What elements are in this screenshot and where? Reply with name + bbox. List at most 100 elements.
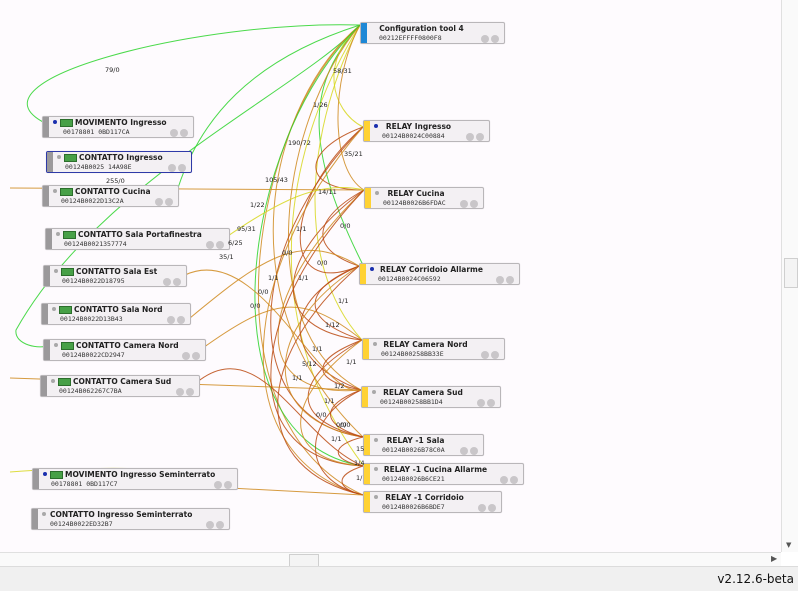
node-action-button[interactable] (478, 504, 486, 512)
status-dot (372, 390, 376, 394)
node-action-button[interactable] (224, 481, 232, 489)
link-label: 1/12 (325, 321, 340, 329)
node-actions[interactable] (153, 191, 175, 206)
node-movimento-ingresso-seminterrato[interactable]: MOVIMENTO Ingresso Seminterrato 00178801… (32, 468, 238, 490)
node-relay-1-cucina-allarme[interactable]: RELAY -1 Cucina Allarme 00124B0026B6CE21 (363, 463, 524, 485)
node-action-button[interactable] (167, 316, 175, 324)
node-action-button[interactable] (466, 133, 474, 141)
node-action-button[interactable] (491, 351, 499, 359)
node-actions[interactable] (479, 28, 501, 43)
node-relay-1-corridoio[interactable]: RELAY -1 Corridoio 00124B0026B6BDE7 (363, 491, 502, 513)
link-label: 58/31 (333, 67, 352, 75)
node-actions[interactable] (212, 474, 234, 489)
node-contatto-ingresso-seminterrato[interactable]: CONTATTO Ingresso Seminterrato 00124B002… (31, 508, 230, 530)
status-dot (56, 232, 60, 236)
node-action-button[interactable] (481, 35, 489, 43)
node-action-button[interactable] (186, 388, 194, 396)
version-label: v2.12.6-beta (717, 572, 794, 586)
node-contatto-sala-est[interactable]: CONTATTO Sala Est 00124B0022D18795 (43, 265, 187, 287)
node-action-button[interactable] (173, 278, 181, 286)
node-action-button[interactable] (476, 133, 484, 141)
node-action-button[interactable] (470, 200, 478, 208)
node-actions[interactable] (161, 271, 183, 286)
node-action-button[interactable] (491, 35, 499, 43)
vertical-scroll-thumb[interactable] (784, 258, 798, 288)
node-action-button[interactable] (214, 481, 222, 489)
node-action-button[interactable] (182, 352, 190, 360)
vertical-scrollbar[interactable]: ▼ (781, 0, 798, 552)
node-action-button[interactable] (170, 129, 178, 137)
node-relay-cucina[interactable]: RELAY Cucina 00124B0026B6FDAC (364, 187, 484, 209)
link-label: 0/0 (250, 302, 261, 310)
scroll-right-arrow-icon[interactable]: ▶ (771, 554, 777, 563)
node-action-button[interactable] (510, 476, 518, 484)
status-dot (53, 189, 57, 193)
node-action-button[interactable] (176, 388, 184, 396)
node-action-button[interactable] (163, 278, 171, 286)
node-contatto-sala-nord[interactable]: CONTATTO Sala Nord 00124B0022D13B43 (41, 303, 191, 325)
node-configuration-tool[interactable]: Configuration tool 4 00212EFFFF0800F8 (360, 22, 505, 44)
node-relay-camera-sud[interactable]: RELAY Camera Sud 00124B00258BB1D4 (361, 386, 501, 408)
node-action-button[interactable] (460, 200, 468, 208)
node-actions[interactable] (204, 234, 226, 249)
node-relay-corridoio-allarme[interactable]: RELAY Corridoio Allarme 00124B0024C06592 (359, 263, 520, 285)
node-actions[interactable] (458, 440, 480, 455)
node-relay-1-sala[interactable]: RELAY -1 Sala 00124B0026B78C0A (363, 434, 484, 456)
link-label: 35/21 (344, 150, 363, 158)
node-action-button[interactable] (155, 198, 163, 206)
link-label: 0/0 (258, 288, 269, 296)
node-actions[interactable] (165, 309, 187, 324)
node-contatto-cucina[interactable]: CONTATTO Cucina 00124B0022D13C2A (42, 185, 179, 207)
node-action-button[interactable] (481, 351, 489, 359)
link-label: 105/43 (265, 176, 288, 184)
node-action-button[interactable] (487, 399, 495, 407)
node-action-button[interactable] (165, 198, 173, 206)
node-actions[interactable] (479, 344, 501, 359)
node-action-button[interactable] (177, 316, 185, 324)
node-action-button[interactable] (470, 447, 478, 455)
node-contatto-sala-portafinestra[interactable]: CONTATTO Sala Portafinestra 00124B002135… (45, 228, 230, 250)
node-actions[interactable] (174, 381, 196, 396)
node-action-button[interactable] (460, 447, 468, 455)
node-name: RELAY Camera Sud (383, 388, 463, 397)
node-action-button[interactable] (477, 399, 485, 407)
node-contatto-ingresso[interactable]: CONTATTO Ingresso 00124B0025 14A98E (46, 151, 192, 173)
node-relay-camera-nord[interactable]: RELAY Camera Nord 00124B00258BB33E (362, 338, 505, 360)
node-action-button[interactable] (180, 129, 188, 137)
node-actions[interactable] (168, 122, 190, 137)
node-name: CONTATTO Camera Sud (73, 377, 172, 386)
node-action-button[interactable] (206, 241, 214, 249)
node-relay-ingresso[interactable]: RELAY Ingresso 00124B0024C00884 (363, 120, 490, 142)
link-label: 6/25 (228, 239, 243, 247)
link-label: 255/0 (106, 177, 125, 185)
node-actions[interactable] (498, 469, 520, 484)
node-action-button[interactable] (216, 521, 224, 529)
node-actions[interactable] (166, 157, 188, 172)
node-action-button[interactable] (488, 504, 496, 512)
node-actions[interactable] (458, 193, 480, 208)
coordinator-color-bar (361, 23, 367, 43)
node-action-button[interactable] (496, 276, 504, 284)
node-actions[interactable] (464, 126, 486, 141)
node-contatto-camera-sud[interactable]: CONTATTO Camera Sud 00124B062267C7BA (40, 375, 200, 397)
node-actions[interactable] (476, 497, 498, 512)
node-action-button[interactable] (506, 276, 514, 284)
network-map-canvas[interactable]: Configuration tool 4 00212EFFFF0800F8 MO… (0, 0, 781, 552)
link-label: 1/1 (298, 274, 309, 282)
node-contatto-camera-nord[interactable]: CONTATTO Camera Nord 00124B0022CD2947 (43, 339, 206, 361)
status-dot (54, 343, 58, 347)
scroll-down-arrow-icon[interactable]: ▼ (786, 541, 791, 549)
node-action-button[interactable] (500, 476, 508, 484)
node-action-button[interactable] (192, 352, 200, 360)
node-actions[interactable] (494, 269, 516, 284)
node-actions[interactable] (180, 345, 202, 360)
horizontal-scrollbar[interactable]: ▶ (0, 552, 781, 567)
node-action-button[interactable] (168, 164, 176, 172)
router-color-bar (363, 339, 369, 359)
node-actions[interactable] (475, 392, 497, 407)
node-action-button[interactable] (206, 521, 214, 529)
node-action-button[interactable] (178, 164, 186, 172)
node-action-button[interactable] (216, 241, 224, 249)
node-actions[interactable] (204, 514, 226, 529)
node-movimento-ingresso[interactable]: MOVIMENTO Ingresso 00178801 0BD117CA (42, 116, 194, 138)
